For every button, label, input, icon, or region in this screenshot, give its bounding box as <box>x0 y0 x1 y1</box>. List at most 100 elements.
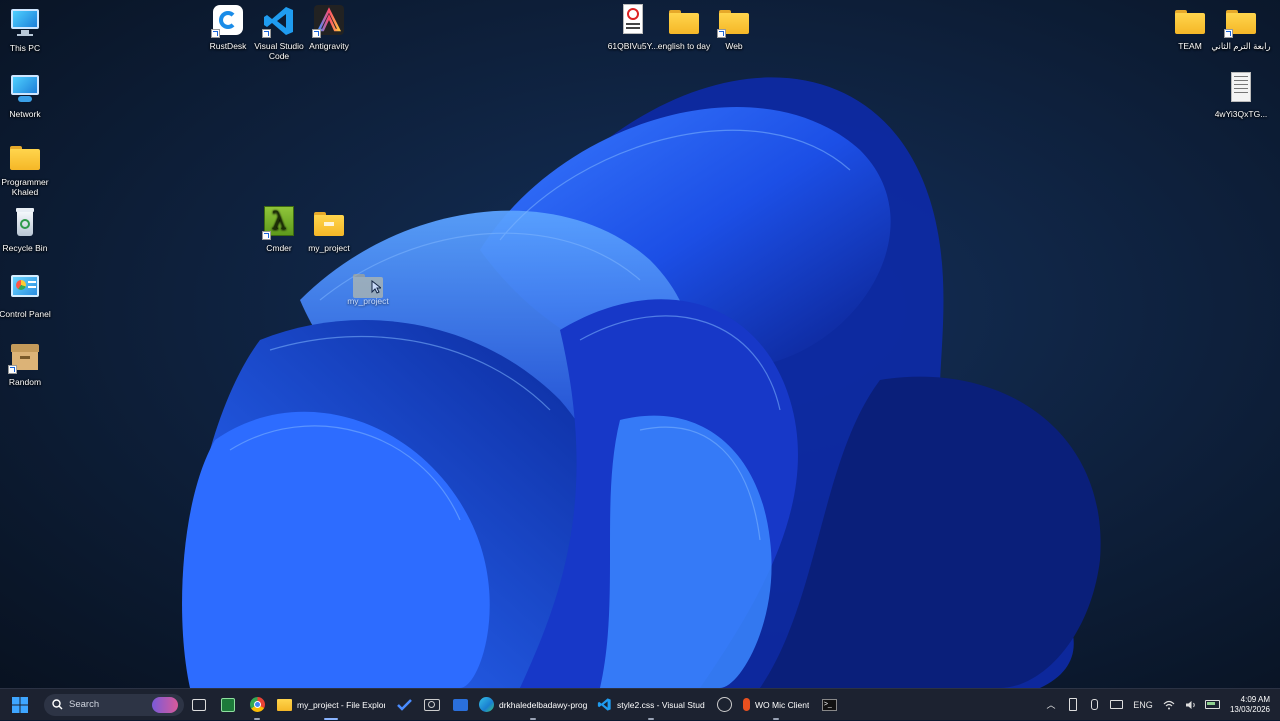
taskbar-app-file-explorer[interactable]: my_project - File Explorer <box>272 689 390 721</box>
tray-overflow-button[interactable]: ︿ <box>1040 689 1062 721</box>
desktop-icon-control-panel[interactable]: Control Panel <box>0 272 57 319</box>
terminal-icon: >_ <box>821 698 837 711</box>
desktop-icon-this-pc[interactable]: This PC <box>0 6 57 53</box>
desktop-icon-label: Web <box>725 41 743 51</box>
edge-icon <box>479 697 494 712</box>
chevron-up-icon: ︿ <box>1046 700 1056 710</box>
camera-icon <box>424 698 440 711</box>
battery-charging-icon <box>1205 700 1221 709</box>
usb-icon <box>1068 698 1077 711</box>
folder-icon <box>312 206 346 240</box>
keyboard-icon <box>1110 700 1124 709</box>
spreadsheet-app-icon <box>221 697 235 712</box>
desktop-icon-label: Control Panel <box>0 309 51 319</box>
taskbar-camera-app[interactable] <box>418 689 446 721</box>
taskbar-app-title: my_project - File Explorer <box>297 699 385 710</box>
desktop-icon-label: رابعة الترم الثاني <box>1211 41 1271 51</box>
taskbar: Search my_project - File Explorer drkhal… <box>0 688 1280 720</box>
folder-icon <box>1224 4 1258 38</box>
taskbar-app-edge[interactable]: drkhaledelbadawy-prog <box>474 689 592 721</box>
cmder-icon: λ <box>262 206 296 240</box>
desktop-icon-label: This PC <box>9 43 41 53</box>
monitor-icon <box>8 6 42 40</box>
desktop-icon-label: 4wYi3QxTG... <box>1214 109 1268 119</box>
desktop-wallpaper <box>0 0 1280 688</box>
vscode-icon <box>597 698 611 711</box>
checkmark-icon <box>396 698 412 711</box>
search-icon <box>52 699 63 710</box>
folder-icon <box>717 4 751 38</box>
taskbar-chrome[interactable] <box>242 689 272 721</box>
task-view-icon <box>192 698 206 711</box>
desktop-icon-random[interactable]: Random <box>0 340 57 387</box>
image-file-icon <box>1224 72 1258 106</box>
mail-icon <box>452 698 468 711</box>
taskbar-clock[interactable]: 4:09 AM 13/03/2026 <box>1224 695 1280 715</box>
control-panel-icon <box>8 272 42 306</box>
folder-icon <box>351 268 385 298</box>
folder-icon <box>8 140 42 174</box>
archive-icon <box>8 340 42 374</box>
taskbar-app-title: style2.css - Visual Studio <box>617 699 705 710</box>
desktop-icon-label: RustDesk <box>209 41 247 51</box>
desktop-icon-label: TEAM <box>1178 41 1202 51</box>
taskbar-pinned-app[interactable] <box>214 689 242 721</box>
tray-language-button[interactable]: ENG <box>1128 689 1158 721</box>
microphone-icon <box>1091 699 1099 710</box>
folder-icon <box>667 4 701 38</box>
microphone-icon <box>743 698 750 711</box>
tray-keyboard-button[interactable] <box>1106 689 1128 721</box>
taskbar-app-title: WO Mic Client <box>755 699 810 710</box>
desktop-icon-recycle-bin[interactable]: Recycle Bin <box>0 206 57 253</box>
image-file-icon <box>616 4 650 38</box>
desktop-icon-network[interactable]: Network <box>0 72 57 119</box>
folder-icon <box>1173 4 1207 38</box>
tray-wifi-button[interactable] <box>1158 689 1180 721</box>
taskbar-app-vscode[interactable]: style2.css - Visual Studio <box>592 689 710 721</box>
tray-mic-button[interactable] <box>1084 689 1106 721</box>
taskbar-chatgpt-app[interactable] <box>710 689 738 721</box>
desktop-icon-label: Random <box>8 377 42 387</box>
clock-time: 4:09 AM <box>1240 694 1270 704</box>
desktop-icon-web[interactable]: Web <box>702 4 766 51</box>
desktop-icon-label: my_project <box>308 243 350 253</box>
drag-ghost-my-project: my_project <box>346 268 390 306</box>
desktop-icon-programmer-khaled[interactable]: Programmer Khaled <box>0 140 57 197</box>
openai-icon <box>716 697 732 712</box>
language-label: ENG <box>1133 699 1153 710</box>
taskbar-app-title: drkhaledelbadawy-prog <box>499 699 587 710</box>
wifi-icon <box>1163 700 1175 709</box>
taskbar-todo-app[interactable] <box>390 689 418 721</box>
taskbar-app-wo-mic[interactable]: WO Mic Client <box>738 689 814 721</box>
windows-logo-icon <box>12 696 28 713</box>
desktop-icon-image-4wyi3qxtg[interactable]: 4wYi3QxTG... <box>1209 72 1273 119</box>
speaker-icon <box>1185 700 1195 709</box>
clock-date: 13/03/2026 <box>1229 704 1270 714</box>
tray-usb-button[interactable] <box>1062 689 1084 721</box>
desktop-icon-my-project[interactable]: my_project <box>297 206 361 253</box>
tray-battery-button[interactable] <box>1202 689 1224 721</box>
desktop-icon-arabic-folder[interactable]: رابعة الترم الثاني <box>1209 4 1273 51</box>
vscode-icon <box>262 4 296 38</box>
desktop-icon-label: Cmder <box>266 243 292 253</box>
taskbar-search-box[interactable]: Search <box>44 693 184 716</box>
desktop-icon-label: Programmer Khaled <box>1 177 49 197</box>
antigravity-icon <box>312 4 346 38</box>
taskbar-mail-app[interactable] <box>446 689 474 721</box>
desktop-icon-label: Recycle Bin <box>2 243 48 253</box>
task-view-button[interactable] <box>184 689 214 721</box>
desktop-icon-label: Network <box>9 109 41 119</box>
taskbar-terminal-app[interactable]: >_ <box>814 689 844 721</box>
desktop-icon-antigravity[interactable]: Antigravity <box>297 4 361 51</box>
desktop-icon-label: Antigravity <box>309 41 349 51</box>
file-explorer-icon <box>277 698 292 711</box>
system-tray: ︿ ENG 4:09 AM 13/03/2026 <box>1040 689 1280 721</box>
rustdesk-icon <box>211 4 245 38</box>
tray-volume-button[interactable] <box>1180 689 1202 721</box>
chrome-icon <box>249 697 265 712</box>
search-label: Search <box>69 699 100 710</box>
start-button[interactable] <box>0 689 40 721</box>
search-highlight-icon <box>152 696 178 713</box>
network-icon <box>8 72 42 106</box>
desktop-icon-label: 61QBIVu5Y... <box>607 41 659 51</box>
